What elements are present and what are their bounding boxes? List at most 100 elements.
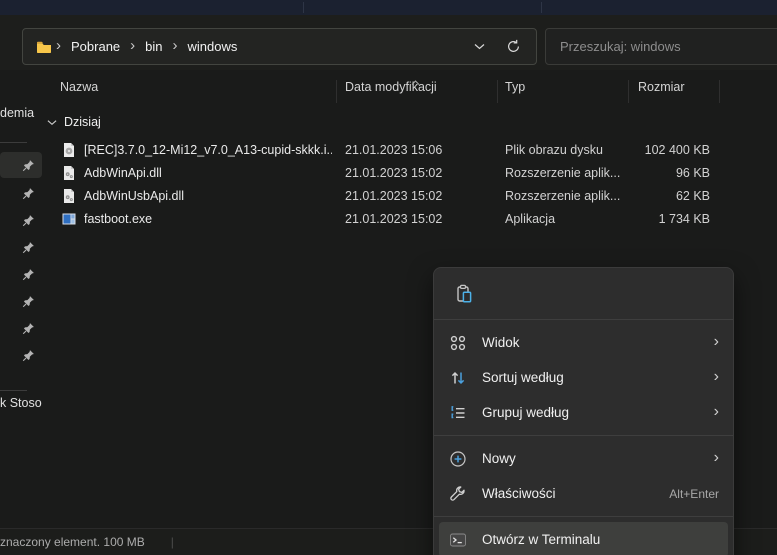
file-modified: 21.01.2023 15:06: [345, 142, 443, 157]
navigation-sidebar: demia k Stoso: [0, 70, 44, 528]
sidebar-divider: [0, 390, 27, 391]
menu-item-label: Widok: [482, 335, 520, 350]
column-header-modified[interactable]: Data modyfikacji: [345, 80, 437, 94]
menu-item-sort-by[interactable]: Sortuj według ›: [439, 360, 728, 395]
column-header-name[interactable]: Nazwa: [60, 80, 98, 94]
refresh-button[interactable]: [500, 34, 526, 60]
file-row[interactable]: AdbWinApi.dll 21.01.2023 15:02 Rozszerze…: [51, 161, 763, 184]
sidebar-pinned-item[interactable]: [0, 152, 42, 178]
refresh-icon: [507, 39, 519, 52]
group-list-icon: [449, 404, 467, 422]
menu-divider: [434, 319, 733, 320]
sidebar-pinned-item[interactable]: [0, 180, 42, 206]
file-row[interactable]: fastboot.exe 21.01.2023 15:02 Aplikacja …: [51, 207, 763, 230]
file-size: 1 734 KB: [658, 211, 710, 226]
title-bar: [0, 0, 777, 15]
column-separator[interactable]: [719, 80, 720, 103]
chevron-down-icon: [474, 44, 484, 50]
submenu-chevron-icon: ›: [713, 367, 719, 385]
file-name: AdbWinUsbApi.dll: [84, 188, 185, 203]
file-row[interactable]: AdbWinUsbApi.dll 21.01.2023 15:02 Rozsze…: [51, 184, 763, 207]
new-plus-icon: [449, 450, 467, 468]
menu-divider: [434, 435, 733, 436]
menu-item-shortcut: Alt+Enter: [669, 486, 719, 501]
menu-item-view[interactable]: Widok ›: [439, 325, 728, 360]
menu-item-group-by[interactable]: Grupuj według ›: [439, 395, 728, 430]
paste-icon: [456, 284, 471, 303]
pin-icon: [22, 241, 34, 253]
menu-item-label: Sortuj według: [482, 370, 564, 385]
command-bar: › Pobrane › bin › windows: [0, 15, 777, 70]
sort-arrows-icon: [449, 369, 467, 387]
tab-separator: [303, 2, 304, 13]
breadcrumb-separator: ›: [56, 37, 61, 54]
dll-icon: [61, 188, 77, 204]
file-modified: 21.01.2023 15:02: [345, 165, 443, 180]
group-header-today[interactable]: Dzisiaj: [47, 115, 101, 129]
sidebar-item-fragment-top[interactable]: demia: [0, 106, 34, 120]
pin-icon: [22, 187, 34, 199]
file-type: Plik obrazu dysku: [505, 142, 603, 157]
search-input[interactable]: [558, 38, 777, 55]
pin-icon: [22, 322, 34, 334]
status-separator: |: [170, 535, 174, 549]
menu-item-open-in-terminal[interactable]: Otwórz w Terminalu: [439, 522, 728, 555]
sort-ascending-icon: [411, 73, 420, 91]
menu-item-label: Właściwości: [482, 486, 556, 501]
tab-separator: [541, 2, 542, 13]
sidebar-item-fragment-bottom[interactable]: k Stoso: [0, 396, 42, 410]
file-row[interactable]: [REC]3.7.0_12-Mi12_v7.0_A13-cupid-skkk.i…: [51, 138, 763, 161]
file-name: [REC]3.7.0_12-Mi12_v7.0_A13-cupid-skkk.i…: [84, 142, 332, 157]
file-size: 102 400 KB: [644, 142, 710, 157]
disc-image-icon: [61, 142, 77, 158]
column-header-size[interactable]: Rozmiar: [638, 80, 685, 94]
file-size: 62 KB: [675, 188, 710, 203]
view-grid-icon: [449, 334, 467, 352]
sidebar-pinned-item[interactable]: [0, 234, 42, 260]
file-modified: 21.01.2023 15:02: [345, 211, 443, 226]
context-menu: Widok › Sortuj według › Grupuj według › …: [433, 267, 734, 555]
menu-item-properties[interactable]: Właściwości Alt+Enter: [439, 476, 728, 511]
breadcrumb-item-windows[interactable]: windows: [182, 36, 244, 57]
address-bar[interactable]: › Pobrane › bin › windows: [22, 28, 537, 65]
search-bar[interactable]: [545, 28, 777, 65]
sidebar-pinned-item[interactable]: [0, 261, 42, 287]
breadcrumb-separator: ›: [130, 37, 136, 54]
sidebar-pinned-item[interactable]: [0, 315, 42, 341]
status-text: znaczony element. 100 MB: [0, 535, 145, 549]
chevron-down-icon: [47, 119, 57, 125]
file-type: Rozszerzenie aplik...: [505, 165, 621, 180]
column-separator[interactable]: [628, 80, 629, 103]
pin-icon: [22, 295, 34, 307]
menu-item-new[interactable]: Nowy ›: [439, 441, 728, 476]
paste-button[interactable]: [446, 277, 482, 311]
file-size: 96 KB: [675, 165, 710, 180]
menu-item-label: Otwórz w Terminalu: [482, 532, 601, 547]
group-label: Dzisiaj: [64, 115, 101, 129]
submenu-chevron-icon: ›: [713, 448, 719, 466]
folder-icon: [36, 39, 52, 55]
file-type: Rozszerzenie aplik...: [505, 188, 621, 203]
file-name: AdbWinApi.dll: [84, 165, 162, 180]
column-header-type[interactable]: Typ: [505, 80, 525, 94]
file-name: fastboot.exe: [84, 211, 153, 226]
application-icon: [61, 211, 77, 227]
menu-divider: [434, 516, 733, 517]
context-menu-quick-actions: [434, 274, 733, 314]
address-dropdown-button[interactable]: [466, 34, 492, 60]
sidebar-divider: [0, 142, 27, 143]
column-separator[interactable]: [336, 80, 337, 103]
file-explorer-window: › Pobrane › bin › windows demia: [0, 0, 777, 555]
file-modified: 21.01.2023 15:02: [345, 188, 443, 203]
pin-icon: [22, 349, 34, 361]
sidebar-pinned-item[interactable]: [0, 342, 42, 368]
breadcrumb-item-pobrane[interactable]: Pobrane: [65, 36, 126, 57]
breadcrumb-item-bin[interactable]: bin: [139, 36, 168, 57]
breadcrumb-separator: ›: [172, 37, 178, 54]
file-type: Aplikacja: [505, 211, 556, 226]
column-separator[interactable]: [497, 80, 498, 103]
sidebar-pinned-item[interactable]: [0, 288, 42, 314]
sidebar-pinned-item[interactable]: [0, 207, 42, 233]
pin-icon: [22, 268, 34, 280]
pin-icon: [22, 214, 34, 226]
